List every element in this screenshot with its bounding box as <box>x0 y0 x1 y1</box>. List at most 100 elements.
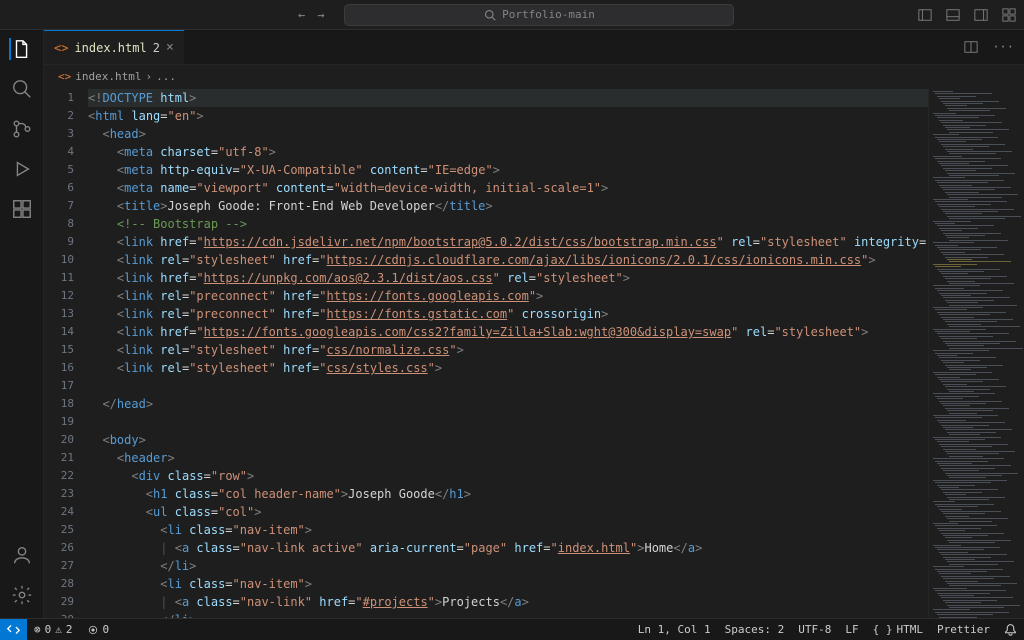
line-number: 23 <box>44 485 74 503</box>
code-line[interactable]: <ul class="col"> <box>88 503 928 521</box>
code-line[interactable]: <link rel="stylesheet" href="css/styles.… <box>88 359 928 377</box>
line-number: 22 <box>44 467 74 485</box>
code-line[interactable]: </li> <box>88 611 928 618</box>
line-number: 15 <box>44 341 74 359</box>
code-line[interactable] <box>88 413 928 431</box>
code-line[interactable]: | <a class="nav-link" href="#projects">P… <box>88 593 928 611</box>
line-number: 13 <box>44 305 74 323</box>
code-line[interactable]: <li class="nav-item"> <box>88 521 928 539</box>
command-center-label: Portfolio-main <box>502 8 595 21</box>
line-number: 6 <box>44 179 74 197</box>
notifications-icon[interactable] <box>997 623 1024 636</box>
code-line[interactable]: <li class="nav-item"> <box>88 575 928 593</box>
command-center[interactable]: Portfolio-main <box>344 4 734 26</box>
cursor-position[interactable]: Ln 1, Col 1 <box>631 623 718 636</box>
nav-back-icon[interactable]: ← <box>298 8 305 22</box>
layout-sidebar-left-icon[interactable] <box>918 8 932 22</box>
code-line[interactable]: </head> <box>88 395 928 413</box>
eol[interactable]: LF <box>838 623 865 636</box>
layout-panel-bottom-icon[interactable] <box>946 8 960 22</box>
split-editor-icon[interactable] <box>964 40 978 54</box>
code-line[interactable]: <header> <box>88 449 928 467</box>
nav-forward-icon[interactable]: → <box>317 8 324 22</box>
line-number: 10 <box>44 251 74 269</box>
line-number: 17 <box>44 377 74 395</box>
code-line[interactable]: | <a class="nav-link active" aria-curren… <box>88 539 928 557</box>
code-line[interactable]: <html lang="en"> <box>88 107 928 125</box>
remote-indicator[interactable] <box>0 619 27 640</box>
html-file-icon: <> <box>58 70 71 83</box>
code-line[interactable]: <link href="https://fonts.googleapis.com… <box>88 323 928 341</box>
line-number: 7 <box>44 197 74 215</box>
indentation[interactable]: Spaces: 2 <box>718 623 792 636</box>
tab-close-icon[interactable]: × <box>166 40 174 55</box>
code-line[interactable]: <!-- Bootstrap --> <box>88 215 928 233</box>
tab-modified-badge: 2 <box>153 41 160 55</box>
code-line[interactable]: <link rel="preconnect" href="https://fon… <box>88 305 928 323</box>
breadcrumb-more: ... <box>156 70 176 83</box>
code-line[interactable]: <title>Joseph Goode: Front-End Web Devel… <box>88 197 928 215</box>
activity-bar <box>0 30 44 618</box>
line-number: 1 <box>44 89 74 107</box>
line-number: 24 <box>44 503 74 521</box>
line-number: 12 <box>44 287 74 305</box>
breadcrumb-file: index.html <box>75 70 141 83</box>
status-bar: ⊗0 ⚠2 0 Ln 1, Col 1 Spaces: 2 UTF-8 LF {… <box>0 618 1024 640</box>
ports-indicator[interactable]: 0 <box>80 623 117 636</box>
encoding[interactable]: UTF-8 <box>791 623 838 636</box>
code-line[interactable]: <link href="https://cdn.jsdelivr.net/npm… <box>88 233 928 251</box>
settings-gear-icon[interactable] <box>11 584 33 606</box>
language-mode[interactable]: { }HTML <box>866 623 930 636</box>
code-line[interactable]: <!DOCTYPE html> <box>88 89 928 107</box>
problems-indicator[interactable]: ⊗0 ⚠2 <box>27 623 80 636</box>
code-line[interactable]: <head> <box>88 125 928 143</box>
code-line[interactable]: <meta name="viewport" content="width=dev… <box>88 179 928 197</box>
line-number: 30 <box>44 611 74 618</box>
customize-layout-icon[interactable] <box>1002 8 1016 22</box>
extensions-icon[interactable] <box>11 198 33 220</box>
editor-tabs: <> index.html 2 × ··· <box>44 30 1024 65</box>
main-area: <> index.html 2 × ··· <> index.html › ..… <box>0 30 1024 618</box>
line-number: 16 <box>44 359 74 377</box>
line-number: 2 <box>44 107 74 125</box>
code-line[interactable] <box>88 377 928 395</box>
minimap[interactable] <box>928 87 1024 618</box>
code-line[interactable]: <link href="https://unpkg.com/aos@2.3.1/… <box>88 269 928 287</box>
line-number: 4 <box>44 143 74 161</box>
line-number-gutter[interactable]: 1234567891011121314151617181920212223242… <box>44 87 88 618</box>
code-editor[interactable]: <!DOCTYPE html><html lang="en"> <head> <… <box>88 87 928 618</box>
more-actions-icon[interactable]: ··· <box>992 40 1014 54</box>
accounts-icon[interactable] <box>11 544 33 566</box>
tab-index-html[interactable]: <> index.html 2 × <box>44 30 184 64</box>
code-line[interactable]: <link rel="stylesheet" href="https://cdn… <box>88 251 928 269</box>
explorer-icon[interactable] <box>9 38 33 60</box>
line-number: 5 <box>44 161 74 179</box>
code-line[interactable]: <h1 class="col header-name">Joseph Goode… <box>88 485 928 503</box>
code-line[interactable]: <body> <box>88 431 928 449</box>
code-line[interactable]: <meta charset="utf-8"> <box>88 143 928 161</box>
line-number: 28 <box>44 575 74 593</box>
code-line[interactable]: <link rel="stylesheet" href="css/normali… <box>88 341 928 359</box>
line-number: 26 <box>44 539 74 557</box>
line-number: 11 <box>44 269 74 287</box>
code-line[interactable]: </li> <box>88 557 928 575</box>
editor-area: <> index.html 2 × ··· <> index.html › ..… <box>44 30 1024 618</box>
source-control-icon[interactable] <box>11 118 33 140</box>
code-line[interactable]: <link rel="preconnect" href="https://fon… <box>88 287 928 305</box>
tab-filename: index.html <box>74 41 146 55</box>
line-number: 18 <box>44 395 74 413</box>
line-number: 3 <box>44 125 74 143</box>
code-line[interactable]: <meta http-equiv="X-UA-Compatible" conte… <box>88 161 928 179</box>
search-activity-icon[interactable] <box>11 78 33 100</box>
line-number: 8 <box>44 215 74 233</box>
run-debug-icon[interactable] <box>11 158 33 180</box>
code-line[interactable]: <div class="row"> <box>88 467 928 485</box>
prettier-status[interactable]: Prettier <box>930 623 997 636</box>
line-number: 20 <box>44 431 74 449</box>
line-number: 9 <box>44 233 74 251</box>
line-number: 29 <box>44 593 74 611</box>
breadcrumb[interactable]: <> index.html › ... <box>44 65 1024 87</box>
breadcrumb-sep: › <box>145 70 152 83</box>
layout-sidebar-right-icon[interactable] <box>974 8 988 22</box>
line-number: 25 <box>44 521 74 539</box>
